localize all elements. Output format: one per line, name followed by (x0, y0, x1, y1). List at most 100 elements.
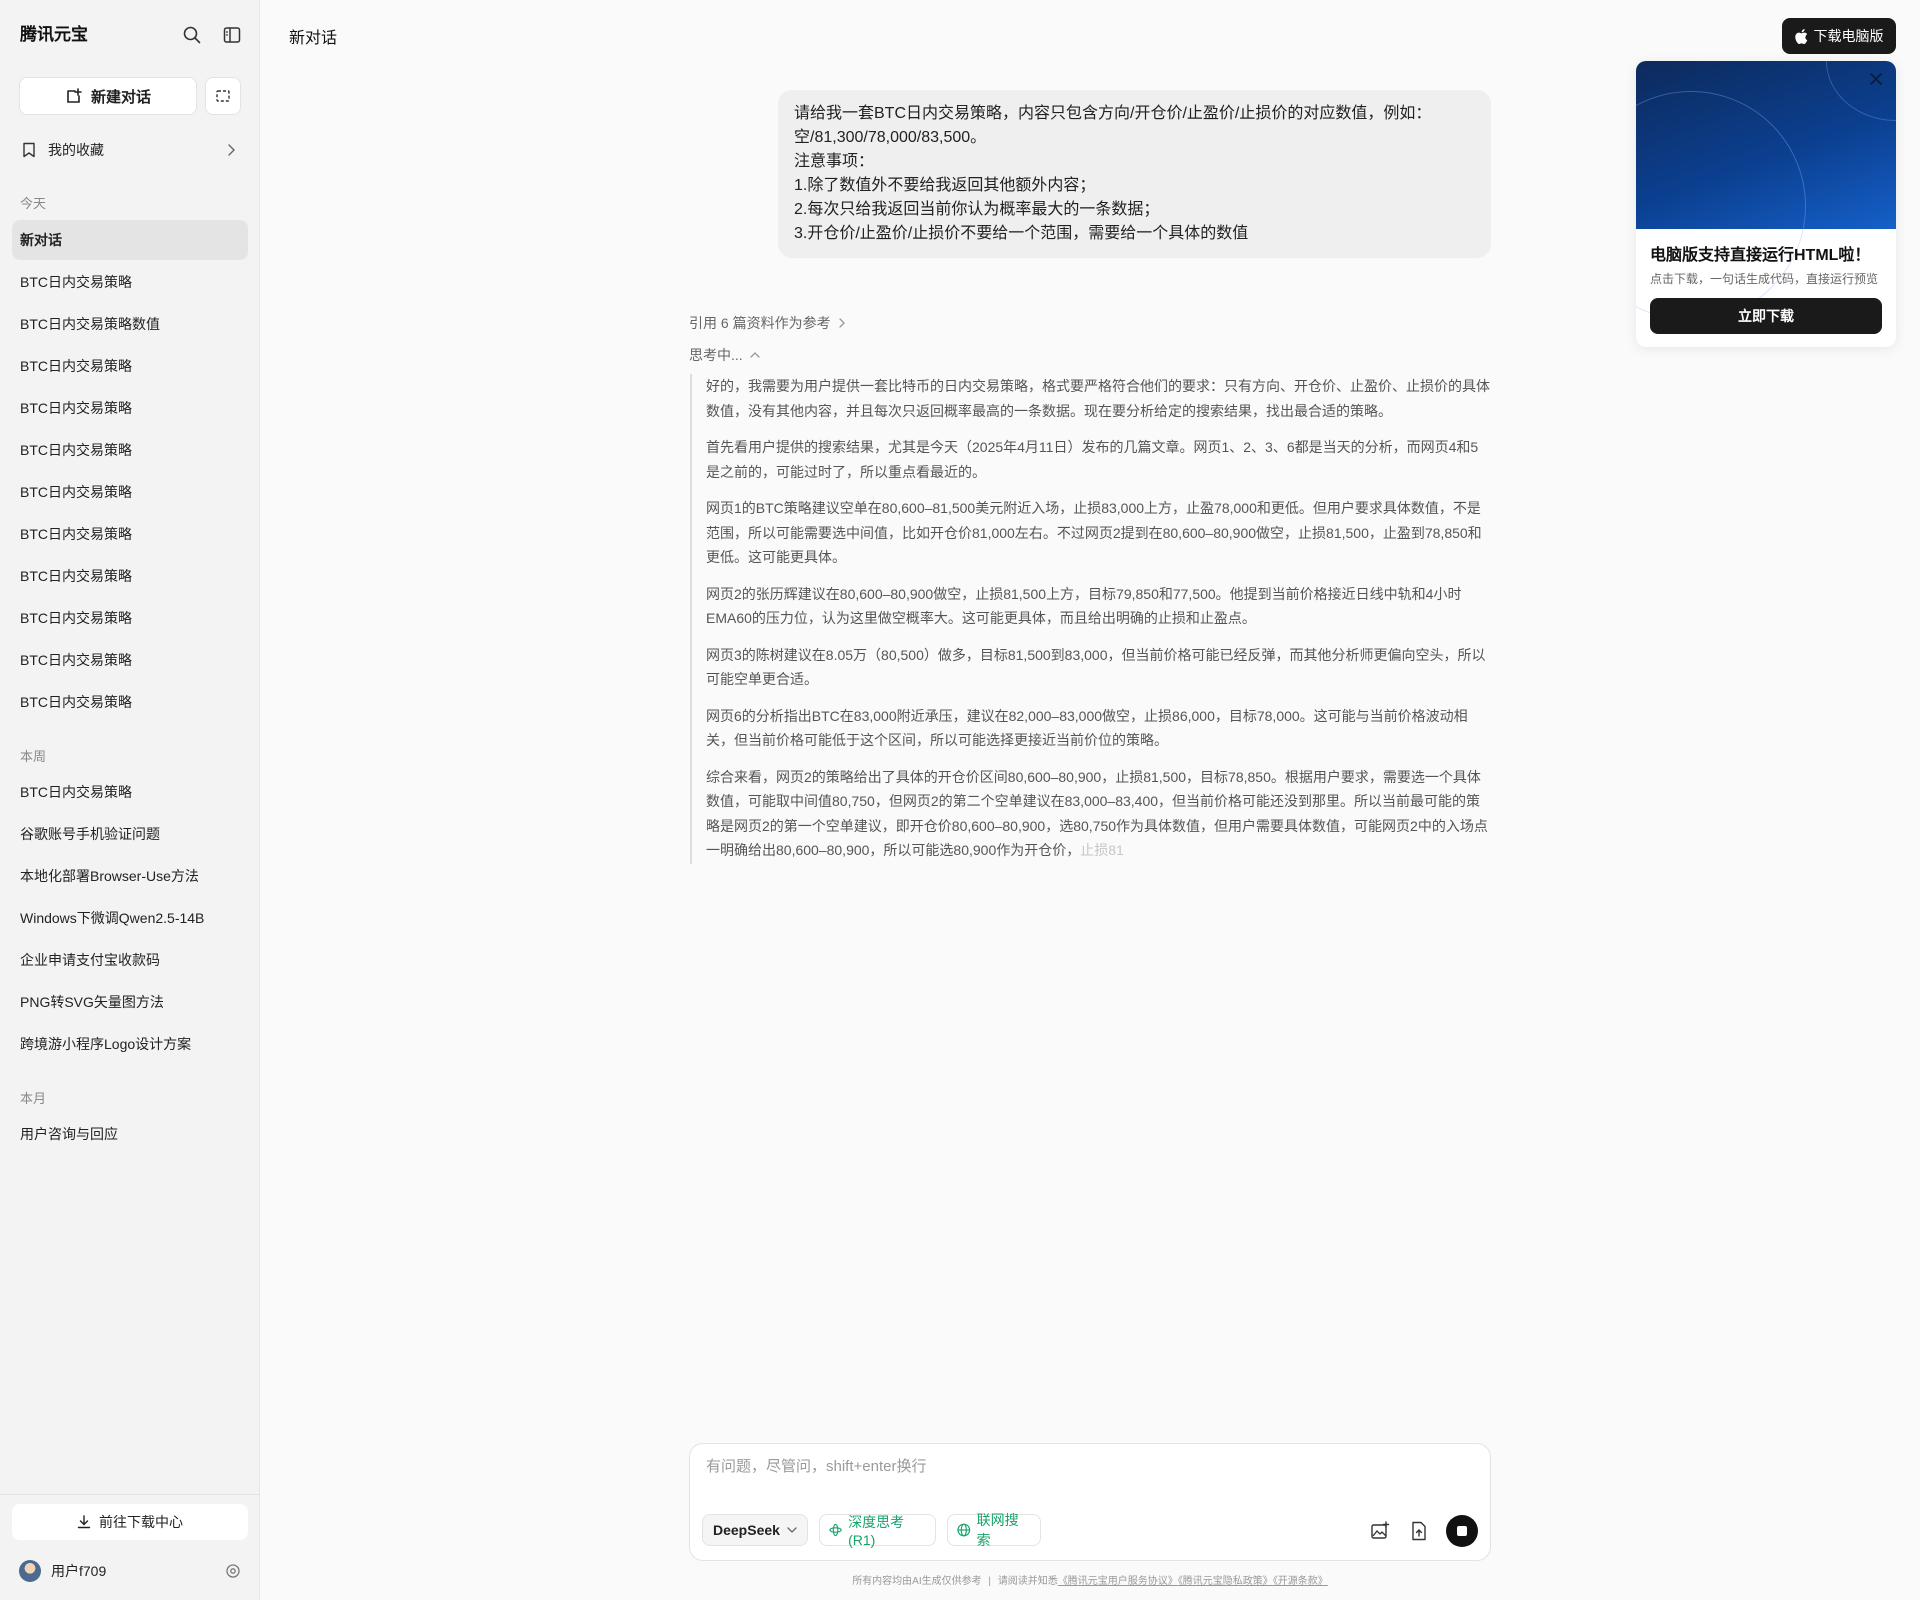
chevron-down-icon (787, 1527, 797, 1533)
sidebar-header: 腾讯元宝 (20, 22, 243, 48)
footer-separator: | (988, 1576, 992, 1587)
thinking-content: 好的，我需要为用户提供一套比特币的日内交易策略，格式要严格符合他们的要求：只有方… (690, 374, 1492, 864)
download-pc-label: 下载电脑版 (1813, 28, 1884, 44)
image-upload-icon[interactable] (1369, 1520, 1391, 1542)
thinking-paragraph: 网页3的陈树建议在8.05万（80,500）做多，目标81,500到83,000… (706, 643, 1492, 692)
deep-think-toggle[interactable]: 深度思考(R1) (819, 1514, 936, 1548)
sidebar-conversation-item[interactable]: 谷歌账号手机验证问题 (12, 814, 248, 854)
references-label: 引用 6 篇资料作为参考 (689, 315, 831, 331)
sidebar-conversation-item[interactable]: BTC日内交易策略数值 (12, 304, 248, 344)
app-title: 腾讯元宝 (20, 25, 88, 44)
user-message-line: 空/81,300/78,000/83,500。 (794, 129, 987, 146)
promo-subtitle: 点击下载，一句话生成代码，直接运行预览 (1650, 272, 1879, 286)
user-message-line: 3.开仓价/止盈价/止损价不要给一个范围，需要给一个具体的数值 (794, 225, 1249, 242)
apple-icon (1794, 28, 1807, 44)
avatar (19, 1560, 41, 1582)
user-message-bubble: 请给我一套BTC日内交易策略，内容只包含方向/开仓价/止盈价/止损价的对应数值，… (778, 90, 1491, 258)
thinking-text: 网页3的陈树建议在8.05万（80,500）做多，目标81,500到83,000… (706, 646, 1486, 688)
web-search-toggle[interactable]: 联网搜索 (947, 1512, 1041, 1548)
chat-input[interactable] (706, 1458, 1466, 1475)
sidebar-conversation-item[interactable]: 本地化部署Browser-Use方法 (12, 856, 248, 896)
user-profile[interactable]: 用户f709 (19, 1558, 241, 1584)
close-icon[interactable] (1866, 69, 1886, 89)
favorites-link[interactable]: 我的收藏 (12, 136, 248, 164)
search-icon[interactable] (181, 24, 203, 46)
promo-banner (1636, 61, 1896, 321)
sidebar-conversation-item[interactable]: BTC日内交易策略 (12, 346, 248, 386)
model-label: DeepSeek (713, 1522, 780, 1538)
promo-title: 电脑版支持直接运行HTML啦！ (1650, 247, 1871, 264)
globe-icon (957, 1523, 971, 1537)
chevron-right-icon (228, 144, 235, 156)
thinking-toggle[interactable]: 思考中... (689, 345, 761, 365)
sidebar-conversation-item[interactable]: BTC日内交易策略 (12, 472, 248, 512)
download-center-label: 前往下载中心 (99, 1514, 183, 1530)
web-search-label: 联网搜索 (976, 1512, 1019, 1548)
page-title: 新对话 (289, 30, 338, 47)
sidebar-conversation-item[interactable]: 跨境游小程序Logo设计方案 (12, 1024, 248, 1064)
promo-card: 电脑版支持直接运行HTML啦！ 点击下载，一句话生成代码，直接运行预览 立即下载 (1636, 61, 1896, 347)
sidebar-conversation-item[interactable]: 用户咨询与回应 (12, 1114, 248, 1154)
new-chat-icon (67, 88, 82, 103)
thinking-fade-text: 止损81 (1080, 842, 1124, 858)
model-selector[interactable]: DeepSeek (702, 1514, 808, 1546)
footer-link-opensource[interactable]: 《开源条款》 (1273, 1576, 1328, 1587)
sidebar-conversation-item[interactable]: BTC日内交易策略 (12, 514, 248, 554)
thinking-paragraph: 网页1的BTC策略建议空单在80,600–81,500美元附近入场，止损83,0… (706, 496, 1492, 570)
section-month: 本月 (20, 1091, 47, 1106)
sidebar-toggle-icon[interactable] (221, 24, 243, 46)
footer-link-privacy[interactable]: 《腾讯元宝隐私政策》 (1178, 1576, 1273, 1587)
deep-think-label: 深度思考(R1) (848, 1514, 905, 1548)
sidebar-conversation-item[interactable]: BTC日内交易策略 (12, 640, 248, 680)
footer-disclaimer-text: 所有内容均由AI生成仅供参考 (852, 1576, 982, 1587)
chevron-right-icon (838, 318, 845, 328)
sidebar: 腾讯元宝 新建对话 我的收藏 今天 新对话 BTC日内交易策略 BTC日内交易策略数… (0, 0, 260, 1600)
footer-link-terms[interactable]: 《腾讯元宝用户服务协议》 (1058, 1576, 1178, 1587)
chevron-up-icon (750, 352, 760, 358)
footer-disclaimer: 所有内容均由AI生成仅供参考 | 请阅读并知悉《腾讯元宝用户服务协议》《腾讯元宝… (689, 1572, 1491, 1587)
download-pc-button[interactable]: 下载电脑版 (1782, 18, 1896, 54)
user-message-line: 请给我一套BTC日内交易策略，内容只包含方向/开仓价/止盈价/止损价的对应数值，… (794, 105, 1432, 122)
sidebar-conversation-item[interactable]: BTC日内交易策略 (12, 262, 248, 302)
stop-generation-button[interactable] (1446, 1515, 1478, 1547)
section-today: 今天 (20, 196, 47, 211)
references-toggle[interactable]: 引用 6 篇资料作为参考 (689, 313, 847, 333)
user-message-line: 注意事项： (794, 153, 875, 170)
user-message-line: 2.每次只给我返回当前你认为概率最大的一条数据； (794, 201, 1160, 218)
chat-input-box: DeepSeek 深度思考(R1) 联网搜索 (689, 1443, 1491, 1561)
sidebar-conversation-item[interactable]: BTC日内交易策略 (12, 598, 248, 638)
thinking-paragraph: 网页6的分析指出BTC在83,000附近承压，建议在82,000–83,000做… (706, 704, 1492, 753)
download-center-button[interactable]: 前往下载中心 (12, 1504, 248, 1540)
thinking-paragraph: 首先看用户提供的搜索结果，尤其是今天（2025年4月11日）发布的几篇文章。网页… (706, 435, 1492, 484)
thinking-paragraph: 好的，我需要为用户提供一套比特币的日内交易策略，格式要严格符合他们的要求：只有方… (706, 374, 1492, 423)
sidebar-conversation-item[interactable]: 企业申请支付宝收款码 (12, 940, 248, 980)
settings-icon[interactable] (225, 1563, 241, 1579)
sidebar-conversation-item[interactable]: BTC日内交易策略 (12, 682, 248, 722)
sidebar-conversation-item[interactable]: 新对话 (12, 220, 248, 260)
thinking-label: 思考中... (689, 347, 743, 363)
user-name: 用户f709 (51, 1563, 107, 1579)
atom-icon (829, 1523, 842, 1537)
sidebar-conversation-item[interactable]: BTC日内交易策略 (12, 430, 248, 470)
sidebar-conversation-item[interactable]: BTC日内交易策略 (12, 772, 248, 812)
user-message-line: 1.除了数值外不要给我返回其他额外内容； (794, 177, 1096, 194)
sidebar-conversation-item[interactable]: PNG转SVG矢量图方法 (12, 982, 248, 1022)
thinking-text: 首先看用户提供的搜索结果，尤其是今天（2025年4月11日）发布的几篇文章。网页… (706, 439, 1479, 480)
thinking-text: 网页2的张历辉建议在80,600–80,900做空，止损81,500上方，目标7… (706, 585, 1462, 627)
select-area-icon (216, 90, 230, 102)
sidebar-conversation-item[interactable]: Windows下微调Qwen2.5-14B (12, 898, 248, 938)
sidebar-conversation-item[interactable]: BTC日内交易策略 (12, 556, 248, 596)
thinking-paragraph: 综合来看，网页2的策略给出了具体的开仓价区间80,600–80,900，止损81… (706, 765, 1492, 863)
stop-icon (1457, 1526, 1467, 1536)
bookmark-icon (23, 142, 35, 158)
screenshot-select-button[interactable] (205, 77, 241, 115)
thinking-text: 网页1的BTC策略建议空单在80,600–81,500美元附近入场，止损83,0… (706, 500, 1482, 565)
download-icon (77, 1515, 91, 1529)
promo-download-button[interactable]: 立即下载 (1650, 298, 1882, 334)
file-upload-icon[interactable] (1408, 1520, 1430, 1542)
footer-prefix: 请阅读并知悉 (997, 1576, 1058, 1587)
sidebar-conversation-item[interactable]: BTC日内交易策略 (12, 388, 248, 428)
new-chat-button[interactable]: 新建对话 (19, 77, 197, 115)
divider (0, 1494, 260, 1495)
thinking-paragraph: 网页2的张历辉建议在80,600–80,900做空，止损81,500上方，目标7… (706, 582, 1492, 631)
